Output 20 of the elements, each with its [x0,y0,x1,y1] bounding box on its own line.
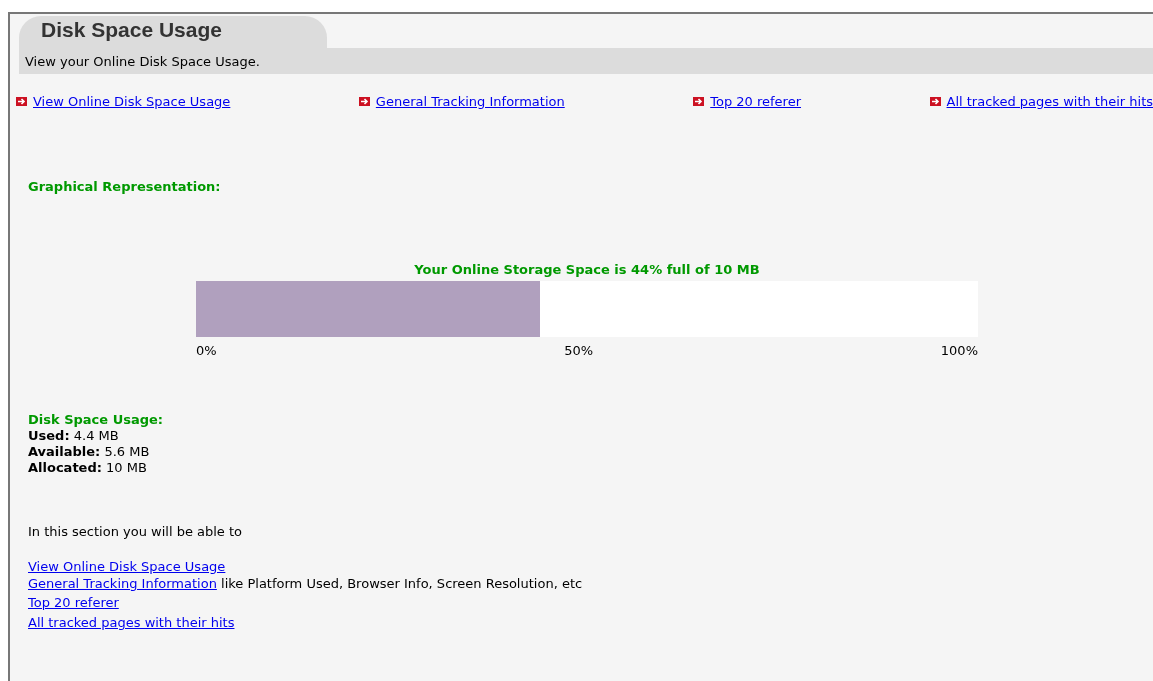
axis-label: 50% [564,343,594,358]
nav-link[interactable]: General Tracking Information [375,94,565,109]
axis-label: 0% [196,343,217,358]
usage-stat: Used: 4.4 MB [28,428,120,443]
nav-link[interactable]: View Online Disk Space Usage [33,94,231,109]
section-link[interactable]: All tracked pages with their hits [28,615,235,630]
intro-text: In this section you will be able to [28,524,244,539]
nav-link[interactable]: Top 20 referer [710,94,801,109]
nav-link[interactable]: All tracked pages with their hits [946,94,1153,109]
section-link[interactable]: General Tracking Information [28,576,217,591]
usage-stat: Available: 5.6 MB [28,444,151,459]
section-link[interactable]: View Online Disk Space Usage [28,559,226,574]
section-heading: Graphical Representation: [28,179,222,194]
usage-caption: Your Online Storage Space is 44% full of 10 MB [414,262,760,277]
subtitle: View your Online Disk Space Usage. [25,53,260,69]
link-sentence: General Tracking Information like Platform Used, Browser Info, Screen Resolution, etc [28,576,584,591]
usage-stat: Allocated: 10 MB [28,460,148,475]
axis-label: 100% [940,343,978,358]
usage-heading: Disk Space Usage: [28,412,165,427]
section-link[interactable]: Top 20 referer [28,595,119,610]
